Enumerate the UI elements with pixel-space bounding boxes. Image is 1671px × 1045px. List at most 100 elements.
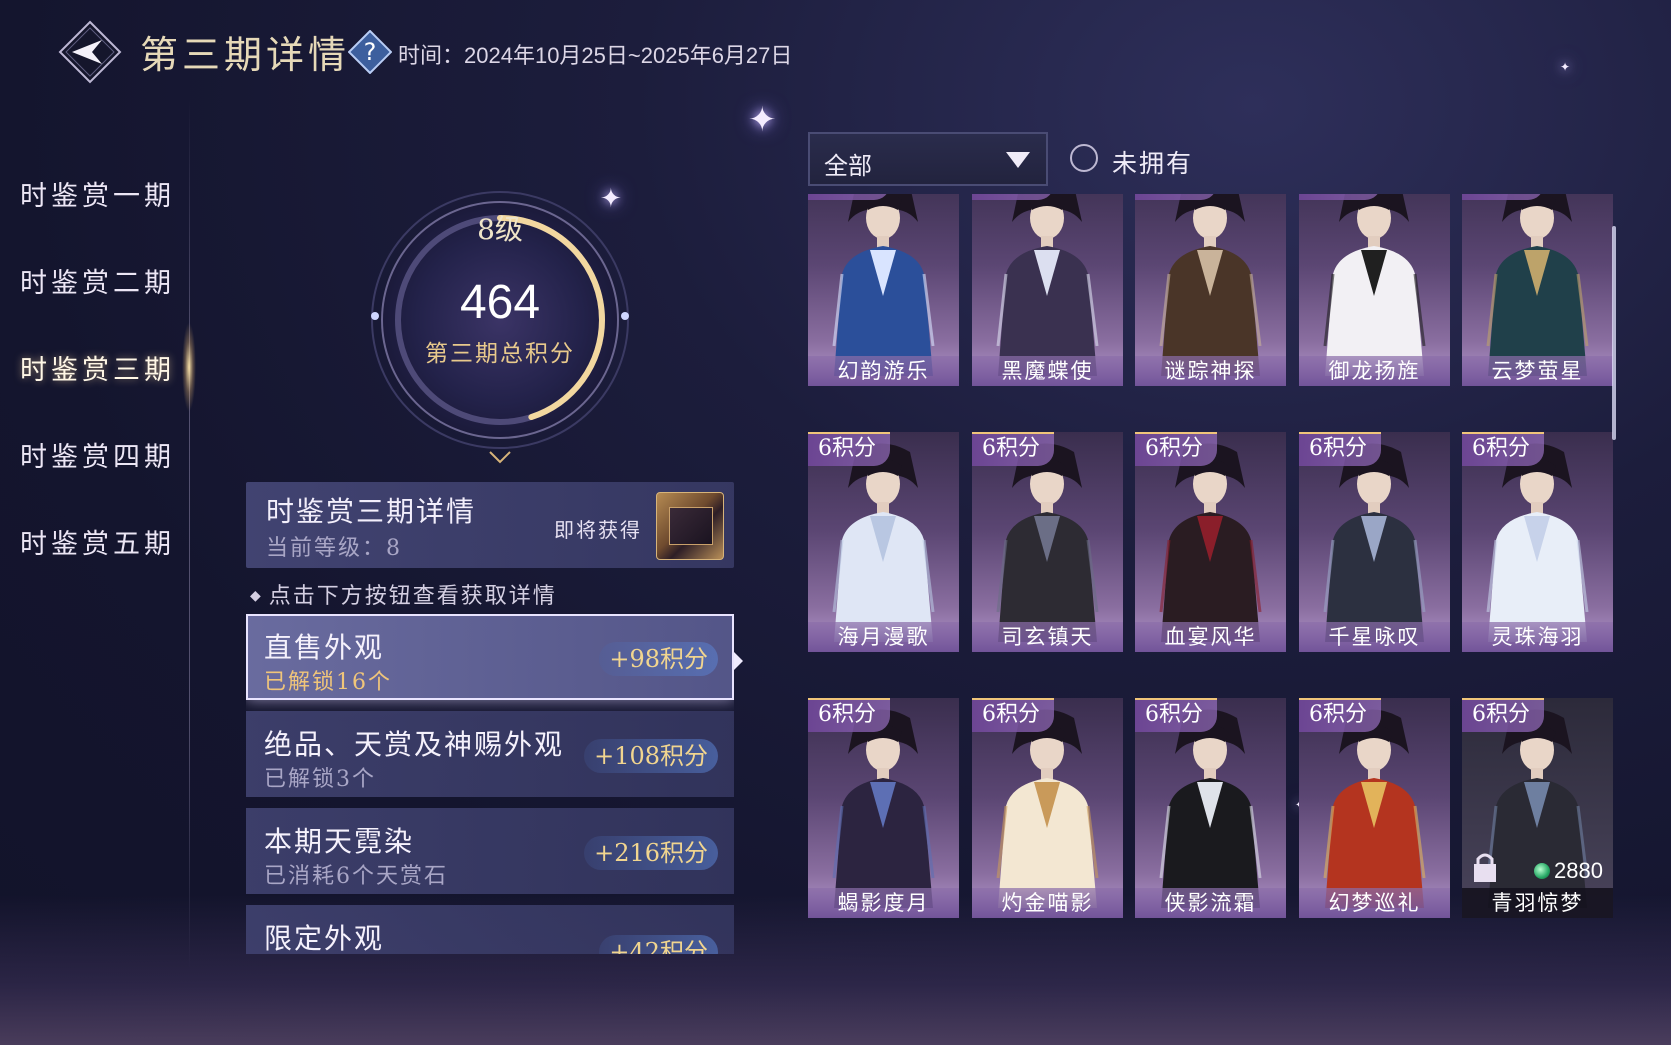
outfit-points-badge: 6积分 (1462, 698, 1544, 732)
category-limited[interactable]: 限定外观 +42积分 (246, 905, 734, 954)
grid-scrollbar[interactable] (1612, 226, 1616, 440)
outfit-name: 海月漫歌 (808, 622, 959, 652)
question-icon: ? (347, 29, 393, 75)
outfit-name: 蝎影度月 (808, 888, 959, 918)
outfit-name: 血宴风华 (1135, 622, 1286, 652)
outfit-name: 灼金喵影 (972, 888, 1123, 918)
outfit-points-badge: 6积分 (808, 194, 890, 200)
outfit-figure-image (1323, 709, 1426, 908)
hint-text: ◆ 点击下方按钮查看获取详情 (250, 578, 557, 610)
outfit-name: 幻梦巡礼 (1299, 888, 1450, 918)
sparkle-decoration: ✦ (748, 100, 777, 140)
outfit-card[interactable]: 6积分 蝎影度月 (808, 698, 959, 918)
category-points-badge: +98积分 (599, 642, 718, 676)
outfit-card[interactable]: 6积分谜踪神探 (1135, 194, 1286, 386)
category-title: 本期天霓染 (264, 825, 415, 858)
sidebar-item-period-1[interactable]: 时鉴赏一期 (20, 174, 175, 213)
outfit-name: 千星咏叹 (1299, 622, 1450, 652)
hint-label: 点击下方按钮查看获取详情 (268, 584, 557, 609)
detail-title: 时鉴赏三期详情 (266, 495, 477, 528)
outfit-card[interactable]: 6积分 司玄镇天 (972, 432, 1123, 652)
outfit-card[interactable]: 6积分 2880 青羽惊梦 (1462, 698, 1613, 918)
active-indicator-glow (182, 322, 196, 412)
active-category-arrow-icon (734, 652, 743, 670)
back-arrow-icon (58, 20, 122, 84)
lock-icon (1472, 850, 1498, 884)
outfit-card[interactable]: 6积分 千星咏叹 (1299, 432, 1450, 652)
help-button[interactable]: ? (347, 29, 393, 75)
outfit-figure-image (832, 709, 935, 908)
not-owned-radio[interactable] (1070, 144, 1098, 172)
outfit-figure-image (832, 443, 935, 642)
outfit-points-badge: 6积分 (1299, 194, 1381, 200)
outfit-name: 侠影流霜 (1135, 888, 1286, 918)
sidebar-item-period-3[interactable]: 时鉴赏三期 (20, 348, 175, 387)
outfit-card[interactable]: 6积分灼金喵影 (972, 698, 1123, 918)
category-dye[interactable]: 本期天霓染 已消耗6个天赏石 +216积分 (246, 808, 734, 894)
outfit-name: 幻韵游乐 (808, 356, 959, 386)
outfit-card[interactable]: 6积分黑魔蝶使 (972, 194, 1123, 386)
upcoming-reward-thumbnail[interactable] (656, 492, 724, 560)
outfit-points-badge: 6积分 (1135, 194, 1217, 200)
outfit-card[interactable]: 6积分 幻梦巡礼 (1299, 698, 1450, 918)
category-subtitle: 已解锁16个 (264, 670, 392, 695)
outfit-figure-image (1486, 443, 1589, 642)
outfit-figure-image (1159, 443, 1262, 642)
outfit-grid: 6积分幻韵游乐6积分黑魔蝶使6积分谜踪神探6积分御龙扬旌6积分云梦萤星6积分海月… (808, 194, 1616, 954)
detail-current-level: 当前等级：8 (266, 536, 402, 561)
outfit-name: 司玄镇天 (972, 622, 1123, 652)
filter-selected-value: 全部 (824, 152, 872, 180)
total-score: 464 (459, 276, 541, 329)
sidebar-item-period-4[interactable]: 时鉴赏四期 (20, 435, 175, 474)
outfit-card[interactable]: 6积分幻韵游乐 (808, 194, 959, 386)
outfit-price: 2880 (1534, 858, 1603, 884)
sidebar-item-period-2[interactable]: 时鉴赏二期 (20, 261, 175, 300)
outfit-points-badge: 6积分 (1462, 432, 1544, 466)
category-subtitle: 已解锁3个 (264, 767, 376, 792)
category-list: 直售外观 已解锁16个 +98积分 绝品、天赏及神赐外观 已解锁3个 +108积… (246, 614, 734, 954)
category-premium-outfits[interactable]: 绝品、天赏及神赐外观 已解锁3个 +108积分 (246, 711, 734, 797)
outfit-name: 灵珠海羽 (1462, 622, 1613, 652)
outfit-card[interactable]: 6积分云梦萤星 (1462, 194, 1613, 386)
outfit-figure-image (1159, 194, 1262, 376)
outfit-figure-image (996, 194, 1099, 376)
outfit-card[interactable]: 6积分灵珠海羽 (1462, 432, 1613, 652)
diamond-bullet-icon: ◆ (250, 588, 263, 604)
price-value: 2880 (1554, 858, 1603, 883)
outfit-card[interactable]: 6积分侠影流霜 (1135, 698, 1286, 918)
current-level: 8级 (477, 213, 523, 246)
time-label: 时间： (398, 43, 465, 68)
jade-currency-icon (1534, 863, 1551, 879)
sparkle-decoration: ✦ (1560, 60, 1571, 74)
category-title: 直售外观 (264, 631, 385, 664)
category-title: 限定外观 (264, 922, 385, 954)
outfit-points-badge: 6积分 (972, 194, 1054, 200)
outfit-name: 青羽惊梦 (1462, 888, 1613, 918)
filter-dropdown[interactable]: 全部 (808, 132, 1048, 186)
outfit-figure-image (1486, 194, 1589, 376)
sidebar-divider (189, 100, 190, 970)
outfit-card[interactable]: 6积分海月漫歌 (808, 432, 959, 652)
upcoming-reward-label: 即将获得 (554, 518, 642, 542)
outfit-name: 云梦萤星 (1462, 356, 1613, 386)
outfit-points-badge: 6积分 (808, 432, 890, 466)
outfit-card[interactable]: 6积分 血宴风华 (1135, 432, 1286, 652)
sidebar-item-period-5[interactable]: 时鉴赏五期 (20, 522, 175, 561)
outfit-points-badge: 6积分 (1135, 698, 1217, 732)
category-points-badge: +108积分 (584, 739, 718, 773)
outfit-name: 黑魔蝶使 (972, 356, 1123, 386)
outfit-figure-image (996, 443, 1099, 642)
not-owned-label[interactable]: 未拥有 (1112, 144, 1193, 180)
category-points-badge: +216积分 (584, 836, 718, 870)
score-ring: 8级 464 第三期总积分 (340, 190, 660, 470)
outfit-card[interactable]: 6积分御龙扬旌 (1299, 194, 1450, 386)
chevron-down-icon (1006, 152, 1030, 168)
category-subtitle: 已消耗6个天赏石 (264, 864, 448, 889)
outfit-points-badge: 6积分 (972, 698, 1054, 732)
category-title: 绝品、天赏及神赐外观 (264, 728, 565, 761)
outfit-name: 御龙扬旌 (1299, 356, 1450, 386)
category-direct-sale[interactable]: 直售外观 已解锁16个 +98积分 (246, 614, 734, 700)
period-detail-card[interactable]: 时鉴赏三期详情 当前等级：8 即将获得 (246, 482, 734, 568)
outfit-name: 谜踪神探 (1135, 356, 1286, 386)
back-button[interactable] (58, 20, 122, 84)
